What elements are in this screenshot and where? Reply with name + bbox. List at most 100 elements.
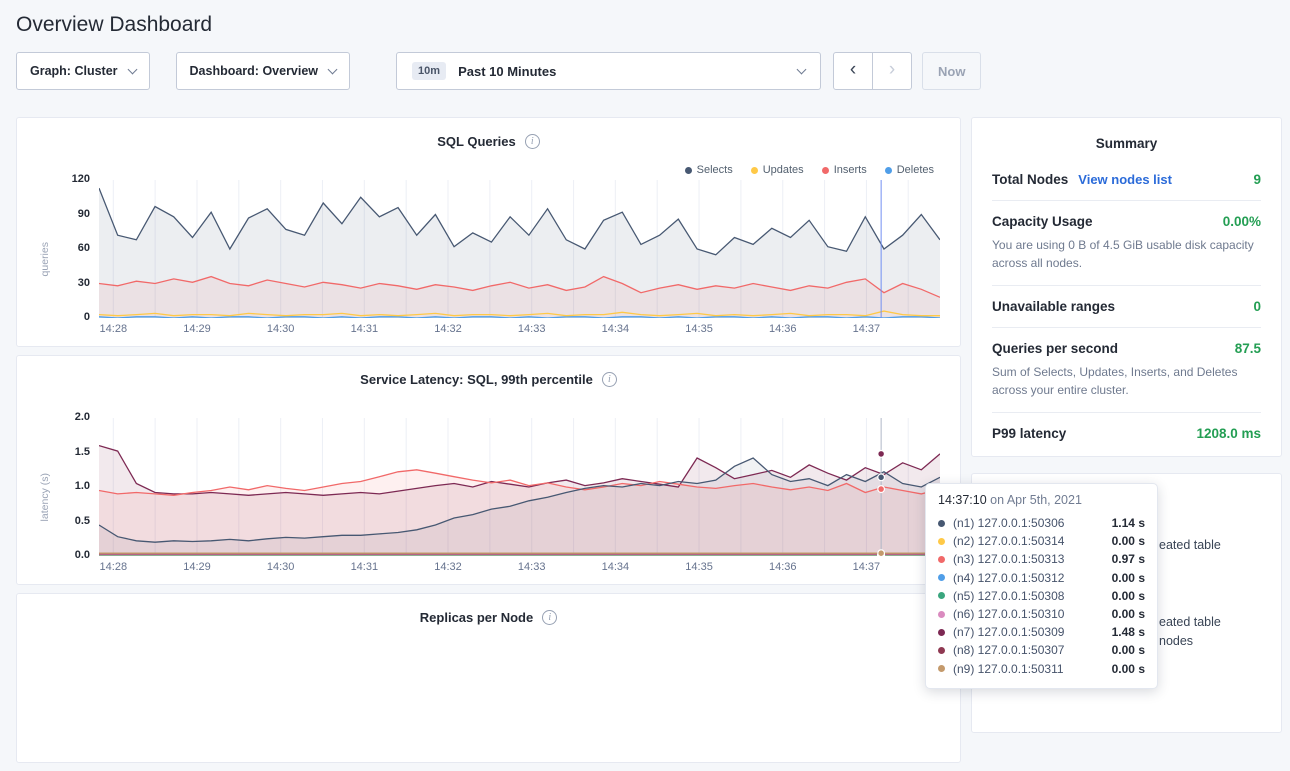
tooltip-node-row: (n8) 127.0.0.1:503070.00 s [938,641,1145,659]
x-tick-label: 14:36 [769,561,797,573]
time-range-badge: 10m [412,62,446,80]
plot-row: queries 0306090120 14:2814:2914:3014:311… [37,180,940,338]
node-color-dot [938,611,945,618]
row-value: 1208.0 ms [1196,426,1261,441]
y-tick-label: 2.0 [75,411,90,423]
x-axis-ticks: 14:2814:2914:3014:3114:3214:3314:3414:35… [99,318,940,338]
node-latency-value: 0.00 s [1112,607,1145,621]
tooltip-node-row: (n7) 127.0.0.1:503091.48 s [938,623,1145,641]
y-tick-label: 0 [84,311,90,323]
chart-title: SQL Queries [437,134,516,149]
service-latency-plot[interactable] [99,418,940,556]
tooltip-node-row: (n3) 127.0.0.1:503130.97 s [938,550,1145,568]
x-tick-label: 14:35 [685,561,713,573]
time-range-picker[interactable]: 10m Past 10 Minutes [396,52,821,90]
y-axis-ticks: 0.00.51.01.52.0 [53,418,99,556]
x-tick-label: 14:37 [853,323,881,335]
summary-row-p99-latency: P99 latency 1208.0 ms [992,413,1261,454]
tooltip-node-row: (n1) 127.0.0.1:503061.14 s [938,514,1145,532]
node-address: (n3) 127.0.0.1:50313 [953,552,1112,566]
x-tick-label: 14:29 [183,323,211,335]
row-description: You are using 0 B of 4.5 GiB usable disk… [992,236,1261,272]
dashboard-dropdown[interactable]: Dashboard: Overview [176,52,351,90]
summary-panel: Summary Total Nodes View nodes list 9 Ca… [971,117,1282,457]
legend-item-deletes[interactable]: Deletes [885,164,934,176]
plot-row: latency (s) 0.00.51.01.52.0 14:2814:2914… [37,418,940,576]
legend-color-dot [822,167,829,174]
x-tick-label: 14:31 [351,561,379,573]
y-tick-label: 0.0 [75,549,90,561]
graph-dropdown-label: Graph: Cluster [30,64,118,78]
tooltip-node-row: (n5) 127.0.0.1:503080.00 s [938,587,1145,605]
node-address: (n9) 127.0.0.1:50311 [953,662,1112,676]
x-tick-label: 14:36 [769,323,797,335]
sql-queries-plot[interactable] [99,180,940,318]
info-icon[interactable]: i [525,134,540,149]
info-icon-glyph: i [608,374,611,385]
page-title: Overview Dashboard [16,13,1290,37]
legend-label: Updates [763,164,804,176]
now-button[interactable]: Now [922,52,981,90]
graph-dropdown[interactable]: Graph: Cluster [16,52,150,90]
row-value: 87.5 [1235,341,1261,356]
info-icon[interactable]: i [542,610,557,625]
x-tick-label: 14:31 [351,323,379,335]
x-tick-label: 14:29 [183,561,211,573]
sql-queries-chart-card: SQL Queries i Selects Updates Inserts Delet… [16,117,961,347]
x-tick-label: 14:34 [602,561,630,573]
node-color-dot [938,592,945,599]
tooltip-timestamp: 14:37:10 on Apr 5th, 2021 [938,493,1145,507]
summary-row-total-nodes: Total Nodes View nodes list 9 [992,159,1261,201]
tooltip-time: 14:37:10 [938,493,987,507]
chevron-down-icon [328,64,338,74]
replicas-per-node-chart-card: Replicas per Node i [16,593,961,763]
x-tick-label: 14:33 [518,323,546,335]
row-label: Total Nodes [992,172,1068,187]
node-color-dot [938,538,945,545]
node-latency-value: 1.48 s [1112,625,1145,639]
legend-label: Deletes [897,164,934,176]
charts-column: SQL Queries i Selects Updates Inserts Delet… [16,117,961,771]
info-icon[interactable]: i [602,372,617,387]
x-tick-label: 14:37 [853,561,881,573]
y-tick-label: 1.5 [75,446,90,458]
x-tick-label: 14:32 [434,323,462,335]
time-nav-group: ‹ › [833,52,912,90]
x-tick-label: 14:30 [267,561,295,573]
row-description: Sum of Selects, Updates, Inserts, and De… [992,363,1261,399]
node-latency-value: 0.00 s [1112,662,1145,676]
row-value: 0.00% [1223,214,1261,229]
node-latency-value: 1.14 s [1112,516,1145,530]
x-tick-label: 14:30 [267,323,295,335]
plot-area: 14:2814:2914:3014:3114:3214:3314:3414:35… [99,180,940,338]
y-tick-label: 120 [72,173,90,185]
info-icon-glyph: i [548,612,551,623]
x-tick-label: 14:28 [100,561,128,573]
x-tick-label: 14:34 [602,323,630,335]
legend-item-inserts[interactable]: Inserts [822,164,867,176]
chart-header: SQL Queries i [37,131,940,151]
node-color-dot [938,647,945,654]
toolbar: Graph: Cluster Dashboard: Overview 10m P… [16,52,1274,90]
event-item-fragment: eated table [1159,538,1221,552]
node-address: (n5) 127.0.0.1:50308 [953,589,1112,603]
node-color-dot [938,520,945,527]
legend-item-updates[interactable]: Updates [751,164,804,176]
y-axis-ticks: 0306090120 [53,180,99,318]
tooltip-node-row: (n6) 127.0.0.1:503100.00 s [938,605,1145,623]
y-tick-label: 30 [78,277,90,289]
node-color-dot [938,629,945,636]
chart-header: Service Latency: SQL, 99th percentile i [37,369,940,389]
tooltip-node-row: (n2) 127.0.0.1:503140.00 s [938,532,1145,550]
chevron-down-icon [127,64,137,74]
time-prev-button[interactable]: ‹ [833,52,873,90]
row-label: P99 latency [992,426,1066,441]
row-value: 0 [1253,299,1261,314]
legend-item-selects[interactable]: Selects [685,164,733,176]
view-nodes-link[interactable]: View nodes list [1078,172,1172,187]
time-next-button[interactable]: › [872,52,912,90]
node-latency-value: 0.00 s [1112,534,1145,548]
legend-color-dot [885,167,892,174]
chart-hover-tooltip: 14:37:10 on Apr 5th, 2021 (n1) 127.0.0.1… [925,483,1158,689]
x-axis-ticks: 14:2814:2914:3014:3114:3214:3314:3414:35… [99,556,940,576]
